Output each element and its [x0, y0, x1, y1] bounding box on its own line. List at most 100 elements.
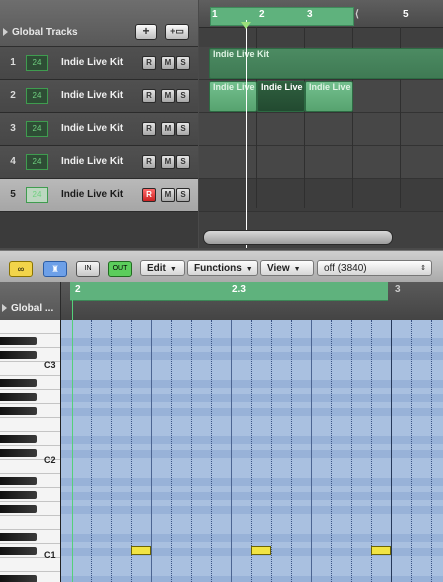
global-tracks-disclosure[interactable]: Global Tracks — [3, 27, 78, 38]
solo-button[interactable]: S — [176, 122, 190, 136]
instrument-icon: 24 — [26, 187, 48, 203]
black-key[interactable] — [0, 533, 37, 541]
white-key[interactable] — [0, 320, 60, 334]
midi-region[interactable]: Indie Live Kit — [209, 48, 443, 79]
mute-button[interactable]: M — [161, 188, 175, 202]
track-name[interactable]: Indie Live Kit — [61, 57, 123, 68]
midi-in-icon[interactable]: IN — [76, 261, 100, 277]
sub-beat-gridline — [91, 320, 92, 582]
track-name[interactable]: Indie Live Kit — [61, 189, 123, 200]
track-lane[interactable] — [199, 179, 443, 212]
solo-button[interactable]: S — [176, 188, 190, 202]
add-track-button[interactable]: + — [135, 24, 157, 40]
sub-beat-gridline — [351, 320, 352, 582]
midi-note[interactable] — [251, 546, 271, 555]
black-key[interactable] — [0, 505, 37, 513]
track-number: 4 — [10, 156, 16, 167]
record-enable-button[interactable]: R — [142, 155, 156, 169]
midi-note[interactable] — [131, 546, 151, 555]
black-key[interactable] — [0, 379, 37, 387]
white-key[interactable] — [0, 558, 60, 572]
disclosure-triangle-icon[interactable] — [2, 304, 7, 313]
beat-gridline — [151, 320, 152, 582]
black-key[interactable] — [0, 491, 37, 499]
solo-button[interactable]: S — [176, 56, 190, 70]
sub-beat-gridline — [331, 320, 332, 582]
mute-button[interactable]: M — [161, 89, 175, 103]
track-number: 2 — [10, 90, 16, 101]
piano-keyboard[interactable]: C3 C2 C1 — [0, 320, 61, 582]
pr-ruler-bar-3: 3 — [395, 284, 401, 295]
mute-button[interactable]: M — [161, 122, 175, 136]
dropdown-arrow-icon: ▼ — [245, 266, 253, 273]
global-tracks-row[interactable]: Global Tracks + +▭ — [0, 0, 198, 47]
dropdown-arrow-icon: ▼ — [293, 266, 301, 273]
ruler-bar-1: 1 — [212, 9, 218, 20]
track-row[interactable]: 1 24 Indie Live Kit R M S — [0, 47, 198, 80]
track-row[interactable]: 4 24 Indie Live Kit R M S — [0, 146, 198, 179]
black-key[interactable] — [0, 435, 37, 443]
sub-beat-gridline — [131, 320, 132, 582]
sub-beat-gridline — [431, 320, 432, 582]
midi-note[interactable] — [371, 546, 391, 555]
track-lane[interactable] — [199, 146, 443, 179]
horizontal-scrollbar[interactable] — [203, 230, 393, 245]
view-menu[interactable]: View ▼ — [260, 260, 314, 276]
cycle-end-marker-icon[interactable]: ⟨ — [355, 9, 359, 20]
piano-roll-global-header[interactable]: Global ... — [0, 282, 61, 320]
piano-roll-toolbar: ∞ ♜ IN OUT Edit ▼ Functions ▼ View ▼ off (3… — [0, 250, 443, 284]
black-key[interactable] — [0, 393, 37, 401]
white-key[interactable] — [0, 418, 60, 432]
black-key[interactable] — [0, 575, 37, 582]
record-enable-button[interactable]: R — [142, 89, 156, 103]
track-name[interactable]: Indie Live Kit — [61, 90, 123, 101]
track-name[interactable]: Indie Live Kit — [61, 156, 123, 167]
midi-region[interactable]: Indie Live — [209, 81, 257, 112]
edit-menu[interactable]: Edit ▼ — [140, 260, 185, 276]
midi-region-selected[interactable]: Indie Live — [257, 81, 305, 112]
white-key[interactable] — [0, 516, 60, 530]
midi-region[interactable]: Indie Live — [305, 81, 353, 112]
piano-roll-cycle-region[interactable] — [70, 282, 388, 301]
instrument-icon: 24 — [26, 121, 48, 137]
track-row[interactable]: 2 24 Indie Live Kit R M S — [0, 80, 198, 113]
ruler-bar-3: 3 — [307, 9, 313, 20]
ruler-bar-5: 5 — [403, 9, 409, 20]
black-key-row — [61, 408, 443, 416]
mute-button[interactable]: M — [161, 155, 175, 169]
track-row[interactable]: 3 24 Indie Live Kit R M S — [0, 113, 198, 146]
track-number: 5 — [10, 189, 16, 200]
black-key[interactable] — [0, 351, 37, 359]
mute-button[interactable]: M — [161, 56, 175, 70]
record-enable-button[interactable]: R — [142, 56, 156, 70]
black-key[interactable] — [0, 449, 37, 457]
global-disclosure[interactable]: Global ... — [2, 303, 53, 314]
black-key[interactable] — [0, 337, 37, 345]
solo-button[interactable]: S — [176, 155, 190, 169]
black-key[interactable] — [0, 547, 37, 555]
black-key[interactable] — [0, 477, 37, 485]
piano-roll-playhead[interactable] — [72, 300, 73, 582]
track-row-selected[interactable]: 5 24 Indie Live Kit R M S — [0, 179, 198, 212]
catch-icon[interactable]: ♜ — [43, 261, 67, 277]
link-icon[interactable]: ∞ — [9, 261, 33, 277]
functions-menu[interactable]: Functions ▼ — [187, 260, 258, 276]
black-key[interactable] — [0, 407, 37, 415]
disclosure-triangle-icon[interactable] — [3, 28, 8, 37]
cycle-region[interactable] — [210, 7, 354, 26]
track-lane[interactable] — [199, 113, 443, 146]
add-folder-button[interactable]: +▭ — [165, 24, 189, 40]
sub-beat-gridline — [371, 320, 372, 582]
quantize-select[interactable]: off (3840) ⇕ — [317, 260, 432, 276]
playhead[interactable] — [246, 20, 247, 248]
dropdown-arrow-icon: ▼ — [169, 266, 177, 273]
playhead-marker-icon[interactable] — [241, 22, 251, 29]
sub-beat-gridline — [251, 320, 252, 582]
record-enable-button[interactable]: R — [142, 122, 156, 136]
record-enable-button[interactable]: R — [142, 188, 156, 202]
track-name[interactable]: Indie Live Kit — [61, 123, 123, 134]
region-name: Indie Live — [213, 82, 255, 92]
piano-roll-grid[interactable] — [61, 320, 443, 582]
midi-out-icon[interactable]: OUT — [108, 261, 132, 277]
solo-button[interactable]: S — [176, 89, 190, 103]
